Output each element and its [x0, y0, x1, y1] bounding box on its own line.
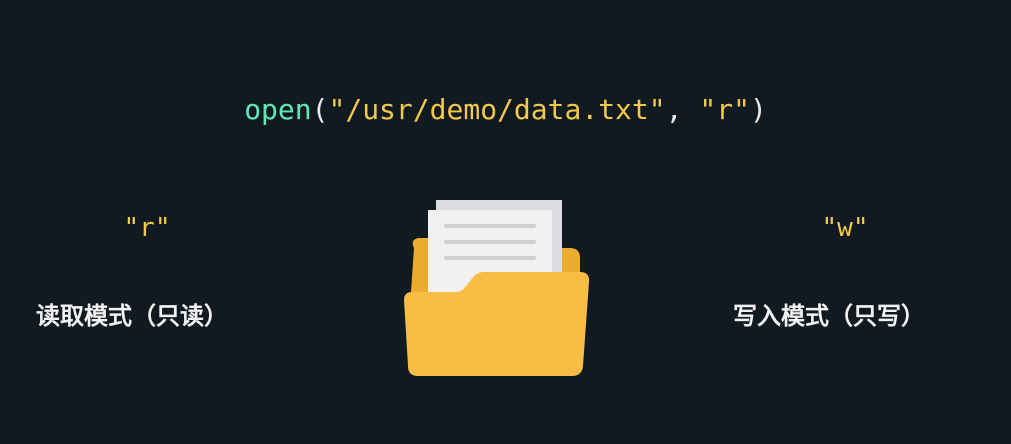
close-paren: ) [749, 93, 767, 126]
write-mode-label: 写入模式（只写） [733, 302, 925, 330]
path-string: "/usr/demo/data.txt" [328, 93, 666, 126]
open-paren: ( [311, 93, 329, 126]
function-name: open [244, 93, 312, 126]
slide: open("/usr/demo/data.txt", "r") "r" 读取模式… [0, 0, 1011, 444]
argument-separator: , [665, 93, 700, 126]
write-mode-code: "w" [821, 213, 869, 243]
read-mode-label: 读取模式（只读） [36, 302, 228, 330]
read-mode-code: "r" [123, 213, 171, 243]
mode-string: "r" [699, 93, 750, 126]
open-folder-with-document-icon [400, 196, 595, 386]
open-call-code: open("/usr/demo/data.txt", "r") [0, 88, 1011, 132]
